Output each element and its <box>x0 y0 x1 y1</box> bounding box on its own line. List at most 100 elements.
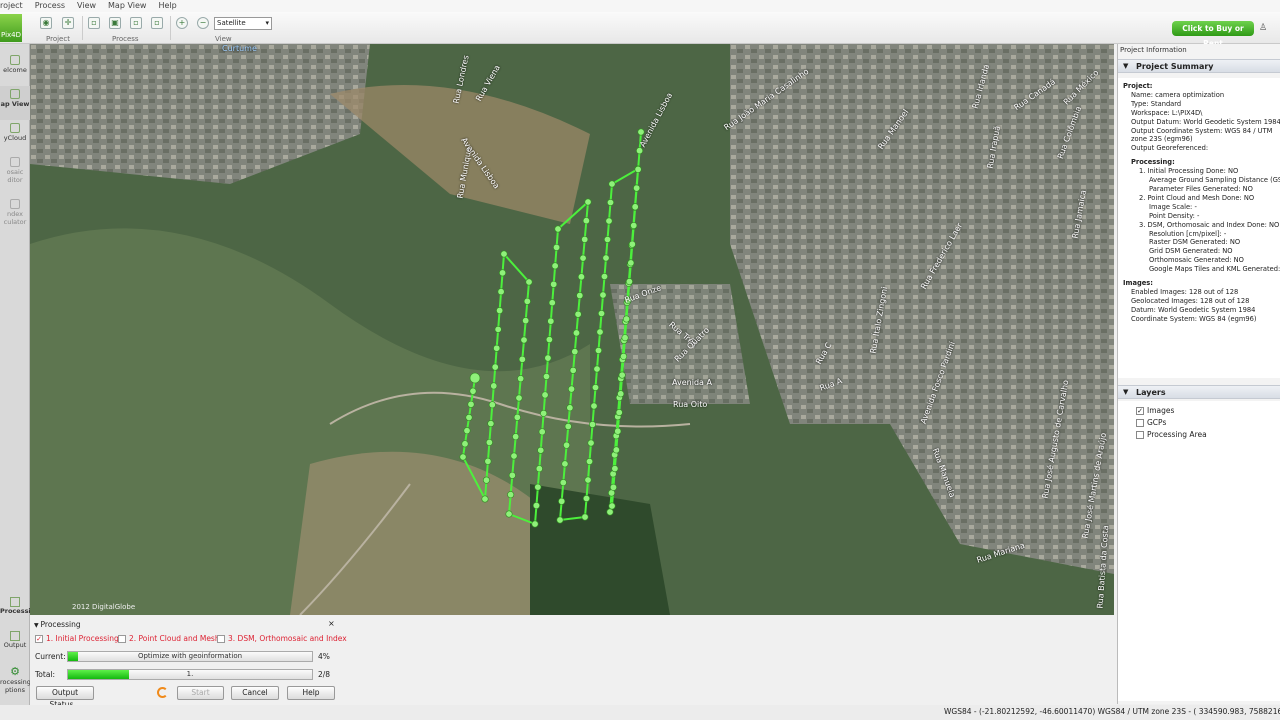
image-position-marker[interactable] <box>620 352 628 360</box>
image-position-marker[interactable] <box>615 408 623 416</box>
image-position-marker[interactable] <box>513 413 521 421</box>
image-position-marker[interactable] <box>572 329 580 337</box>
image-position-marker[interactable] <box>596 328 604 336</box>
image-position-marker[interactable] <box>625 278 633 286</box>
image-position-marker[interactable] <box>554 225 562 233</box>
checkbox[interactable] <box>1136 419 1144 427</box>
image-position-marker[interactable] <box>608 502 616 510</box>
image-position-marker[interactable] <box>548 299 556 307</box>
image-position-marker[interactable] <box>510 452 518 460</box>
image-position-marker[interactable] <box>469 372 481 384</box>
image-position-marker[interactable] <box>561 460 569 468</box>
image-position-marker[interactable] <box>636 147 644 155</box>
menu-view[interactable]: View <box>77 0 96 12</box>
image-position-marker[interactable] <box>587 439 595 447</box>
image-position-marker[interactable] <box>582 217 590 225</box>
map-type-select[interactable]: Satellite <box>214 17 272 30</box>
image-position-marker[interactable] <box>547 317 555 325</box>
image-position-marker[interactable] <box>585 457 593 465</box>
image-position-marker[interactable] <box>484 457 492 465</box>
image-position-marker[interactable] <box>617 390 625 398</box>
step-dsm-orthomosaic[interactable]: 3. DSM, Orthomosaic and Index <box>217 634 347 643</box>
layer-gcps[interactable]: GCPs <box>1136 417 1166 428</box>
image-position-marker[interactable] <box>593 365 601 373</box>
image-position-marker[interactable] <box>563 441 571 449</box>
image-position-marker[interactable] <box>537 446 545 454</box>
image-position-marker[interactable] <box>500 250 508 258</box>
image-position-marker[interactable] <box>485 438 493 446</box>
cancel-button[interactable]: Cancel <box>231 686 279 700</box>
image-position-marker[interactable] <box>545 336 553 344</box>
image-position-marker[interactable] <box>507 491 515 499</box>
checkbox[interactable] <box>217 635 225 643</box>
close-icon[interactable]: × <box>328 619 335 628</box>
image-position-marker[interactable] <box>531 520 539 528</box>
image-position-marker[interactable] <box>496 307 504 315</box>
image-position-marker[interactable] <box>505 510 513 518</box>
image-position-marker[interactable] <box>633 184 641 192</box>
layer-processing-area[interactable]: Processing Area <box>1136 429 1207 440</box>
image-position-marker[interactable] <box>544 354 552 362</box>
image-position-marker[interactable] <box>566 404 574 412</box>
image-position-marker[interactable] <box>461 440 469 448</box>
start-button[interactable]: Start <box>177 686 224 700</box>
image-position-marker[interactable] <box>605 217 613 225</box>
new-file-icon[interactable]: ▫ <box>88 17 100 29</box>
image-position-marker[interactable] <box>520 336 528 344</box>
user-icon[interactable]: ♙ <box>1257 22 1269 34</box>
image-position-marker[interactable] <box>582 494 590 502</box>
image-position-marker[interactable] <box>487 420 495 428</box>
image-position-marker[interactable] <box>576 292 584 300</box>
image-position-marker[interactable] <box>534 483 542 491</box>
open-project-icon[interactable]: ◉ <box>40 17 52 29</box>
image-position-marker[interactable] <box>465 413 473 421</box>
sidebar-item-processing-options[interactable]: ⚙ rocessing ptions <box>0 665 31 694</box>
image-position-marker[interactable] <box>538 428 546 436</box>
image-position-marker[interactable] <box>542 372 550 380</box>
checkbox-checked[interactable]: ✓ <box>35 635 43 643</box>
image-position-marker[interactable] <box>564 422 572 430</box>
image-position-marker[interactable] <box>512 433 520 441</box>
image-position-marker[interactable] <box>603 236 611 244</box>
image-position-marker[interactable] <box>559 479 567 487</box>
image-position-marker[interactable] <box>499 269 507 277</box>
image-position-marker[interactable] <box>621 334 629 342</box>
help-button[interactable]: Help <box>287 686 335 700</box>
layers-header[interactable]: Layers <box>1118 385 1280 399</box>
image-position-marker[interactable] <box>494 325 502 333</box>
image-position-marker[interactable] <box>551 262 559 270</box>
buy-button[interactable]: Click to Buy or Rent <box>1172 21 1254 48</box>
image-position-marker[interactable] <box>515 394 523 402</box>
image-position-marker[interactable] <box>459 453 467 461</box>
image-position-marker[interactable] <box>600 273 608 281</box>
image-position-marker[interactable] <box>535 465 543 473</box>
image-position-marker[interactable] <box>482 476 490 484</box>
image-position-marker[interactable] <box>525 278 533 286</box>
image-position-marker[interactable] <box>497 288 505 296</box>
image-position-marker[interactable] <box>579 254 587 262</box>
image-position-marker[interactable] <box>481 495 489 503</box>
menu-process[interactable]: Process <box>35 0 65 12</box>
sidebar-item-mosaic-editor[interactable]: osaic ditor <box>0 154 30 188</box>
image-position-marker[interactable] <box>469 387 477 395</box>
image-position-marker[interactable] <box>523 297 531 305</box>
image-position-marker[interactable] <box>594 346 602 354</box>
image-position-marker[interactable] <box>622 315 630 323</box>
image-position-marker[interactable] <box>550 280 558 288</box>
image-position-marker[interactable] <box>618 371 626 379</box>
image-position-marker[interactable] <box>490 382 498 390</box>
step-initial-processing[interactable]: ✓ 1. Initial Processing <box>35 634 119 643</box>
image-position-marker[interactable] <box>630 222 638 230</box>
satellite-map[interactable]: Curtume Rua Londres Rua Viena Avenida Li… <box>30 44 1114 615</box>
image-position-marker[interactable] <box>606 199 614 207</box>
image-position-marker[interactable] <box>631 203 639 211</box>
image-position-marker[interactable] <box>517 375 525 383</box>
image-position-marker[interactable] <box>463 427 471 435</box>
image-position-marker[interactable] <box>532 502 540 510</box>
output-status-button[interactable]: Output Status... <box>36 686 94 709</box>
image-position-marker[interactable] <box>591 383 599 391</box>
crosshair-icon[interactable]: ✛ <box>62 17 74 29</box>
menu-project[interactable]: roject <box>0 0 23 12</box>
sidebar-item-welcome[interactable]: elcome <box>0 52 30 86</box>
image-position-marker[interactable] <box>634 165 642 173</box>
